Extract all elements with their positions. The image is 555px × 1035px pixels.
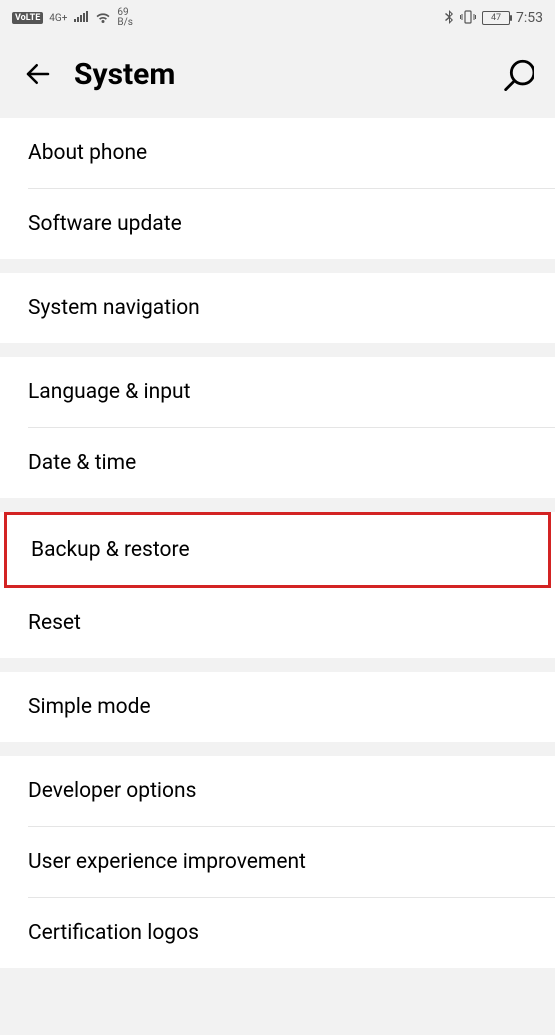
item-label: Date & time: [28, 451, 136, 475]
back-button[interactable]: [20, 56, 56, 92]
item-label: Certification logos: [28, 921, 199, 945]
battery-icon: 47: [482, 11, 510, 25]
section-gap: [0, 742, 555, 756]
section-navigation: System navigation: [0, 273, 555, 343]
section-about: About phone Software update: [0, 118, 555, 259]
time: 7:53: [516, 10, 543, 26]
search-button[interactable]: [499, 56, 535, 92]
item-label: Language & input: [28, 380, 190, 404]
item-label: Simple mode: [28, 695, 151, 719]
status-right: 47 7:53: [444, 10, 543, 27]
highlight-box: Backup & restore: [4, 512, 551, 588]
item-system-navigation[interactable]: System navigation: [0, 273, 555, 343]
item-label: User experience improvement: [28, 850, 306, 874]
item-label: Software update: [28, 212, 182, 236]
item-about-phone[interactable]: About phone: [0, 118, 555, 188]
section-backup: Backup & restore Reset: [0, 512, 555, 658]
item-user-experience[interactable]: User experience improvement: [0, 827, 555, 897]
wifi-icon: [95, 11, 111, 26]
bluetooth-icon: [444, 10, 454, 27]
section-gap: [0, 658, 555, 672]
page-title: System: [74, 57, 481, 92]
section-gap: [0, 343, 555, 357]
item-backup-restore[interactable]: Backup & restore: [7, 515, 548, 585]
item-language-input[interactable]: Language & input: [0, 357, 555, 427]
status-left: VoLTE 4G+ 69 B/s: [12, 8, 133, 28]
item-developer-options[interactable]: Developer options: [0, 756, 555, 826]
item-software-update[interactable]: Software update: [0, 189, 555, 259]
section-developer: Developer options User experience improv…: [0, 756, 555, 968]
data-rate: 69 B/s: [117, 8, 133, 28]
item-label: Reset: [28, 611, 81, 635]
item-date-time[interactable]: Date & time: [0, 428, 555, 498]
volte-icon: VoLTE: [12, 12, 43, 24]
item-label: About phone: [28, 141, 147, 165]
section-gap: [0, 498, 555, 512]
item-label: Backup & restore: [31, 538, 190, 562]
status-bar: VoLTE 4G+ 69 B/s 47 7:53: [0, 0, 555, 36]
network-type: 4G+: [49, 13, 67, 24]
signal-icon: [73, 11, 89, 26]
header: System: [0, 36, 555, 118]
vibrate-icon: [460, 10, 476, 27]
item-reset[interactable]: Reset: [0, 588, 555, 658]
item-certification-logos[interactable]: Certification logos: [0, 898, 555, 968]
section-simple: Simple mode: [0, 672, 555, 742]
item-simple-mode[interactable]: Simple mode: [0, 672, 555, 742]
section-gap: [0, 259, 555, 273]
item-label: System navigation: [28, 296, 200, 320]
section-language: Language & input Date & time: [0, 357, 555, 498]
item-label: Developer options: [28, 779, 196, 803]
